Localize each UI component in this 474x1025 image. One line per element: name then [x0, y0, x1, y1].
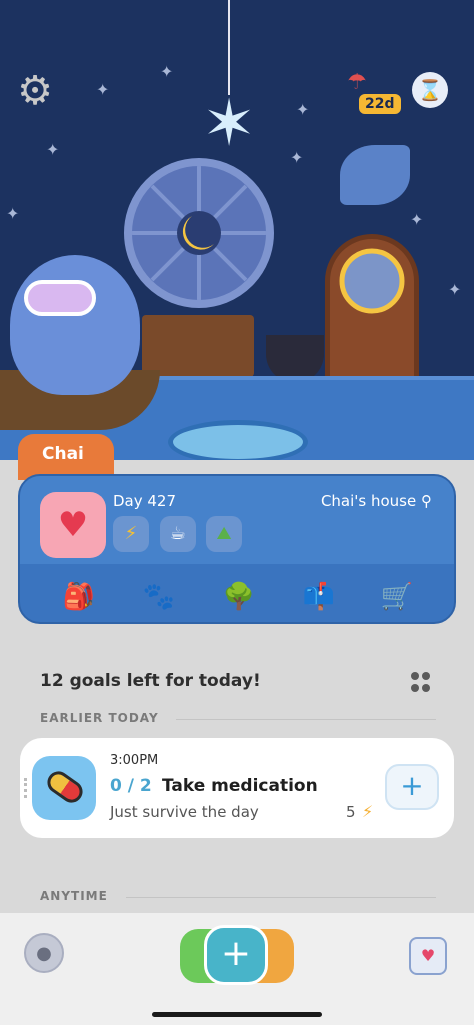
sparkle-star: ✦ [448, 280, 462, 299]
drag-handle-icon[interactable] [24, 778, 28, 798]
hourglass-icon[interactable]: ⌛ [412, 72, 448, 108]
pet-room-scene[interactable]: ✦ ✦ ✦ ✦ ✦ ✦ ✦ ✦ ✶ ⚙ ☂ 22d ⌛ [0, 0, 474, 460]
round-door [325, 234, 419, 384]
hearts-icon[interactable]: ♥ [40, 492, 106, 558]
teapot-icon[interactable]: ☕ [160, 516, 196, 552]
location-pin-icon: ⚲ [421, 492, 432, 510]
settings-gear-icon[interactable]: ⚙ [14, 70, 56, 112]
moon-door-window [339, 248, 405, 314]
cart-icon[interactable]: 🛒 [378, 578, 416, 616]
goal-energy-value: 5 [346, 803, 356, 821]
goal-time: 3:00PM [110, 753, 159, 768]
sparkle-star: ✦ [6, 204, 20, 223]
sparkle-star: ✦ [296, 100, 310, 119]
goal-progress: 0 / 2 [110, 776, 152, 796]
round-window [124, 158, 274, 308]
location-button[interactable]: Chai's house ⚲ [321, 492, 432, 510]
paw-prints-icon[interactable]: 🐾 [140, 578, 178, 616]
sparkle-star: ✦ [160, 62, 174, 81]
goals-summary: 12 goals left for today! [40, 671, 261, 691]
umbrella-icon: ☂ [347, 70, 367, 95]
day-counter: Day 427 [113, 492, 177, 510]
section-anytime: ANYTIME [40, 889, 108, 903]
sparkle-star: ✦ [46, 140, 60, 159]
map-icon[interactable]: ⛰ [206, 516, 242, 552]
mailbox-icon[interactable]: 📫 [300, 578, 338, 616]
pet-glasses [24, 280, 96, 316]
planet-rug [168, 420, 308, 460]
section-divider [176, 719, 436, 720]
goal-icon-box [32, 756, 96, 820]
star-lamp-decoration: ✶ [202, 87, 256, 161]
add-goal-button[interactable]: + [204, 925, 268, 985]
journal-icon[interactable]: ♥ [409, 937, 447, 975]
location-label: Chai's house [320, 492, 417, 510]
sparkle-star: ✦ [96, 80, 110, 99]
bookshelf [142, 315, 254, 377]
energy-bolt-icon[interactable]: ⚡ [113, 516, 149, 552]
hanging-rope [228, 0, 230, 95]
streak-days: 22d [357, 92, 403, 116]
bottom-bar: ● + ♥ [0, 913, 474, 1025]
goal-name: Take medication [162, 776, 318, 796]
sparkle-star: ✦ [410, 210, 424, 229]
moon-window-pane [132, 166, 266, 300]
streak-badge[interactable]: ☂ 22d [345, 70, 403, 116]
pill-icon [43, 767, 87, 807]
card-nav: 🎒 🐾 🌳 📫 🛒 [20, 574, 454, 622]
section-divider [126, 897, 436, 898]
pet-avatar[interactable] [10, 255, 140, 395]
energy-bolt-icon: ⚡ [362, 802, 374, 821]
section-earlier-today: EARLIER TODAY [40, 711, 159, 725]
tree-icon[interactable]: 🌳 [220, 578, 258, 616]
goal-complete-button[interactable]: + [385, 764, 439, 810]
pet-status-card: ♥ Day 427 Chai's house ⚲ ⚡ ☕ ⛰ 🎒 🐾 🌳 📫 🛒 [18, 474, 456, 624]
grid-view-icon[interactable] [411, 672, 431, 692]
sparkle-star: ✦ [290, 148, 304, 167]
goal-description: Just survive the day [110, 803, 259, 821]
profile-avatar-icon[interactable]: ● [24, 933, 64, 973]
leaf-decoration [340, 145, 410, 205]
home-indicator[interactable] [152, 1012, 322, 1017]
backpack-icon[interactable]: 🎒 [60, 578, 98, 616]
goal-card[interactable]: 3:00PM 0 / 2 Take medication Just surviv… [20, 738, 454, 838]
